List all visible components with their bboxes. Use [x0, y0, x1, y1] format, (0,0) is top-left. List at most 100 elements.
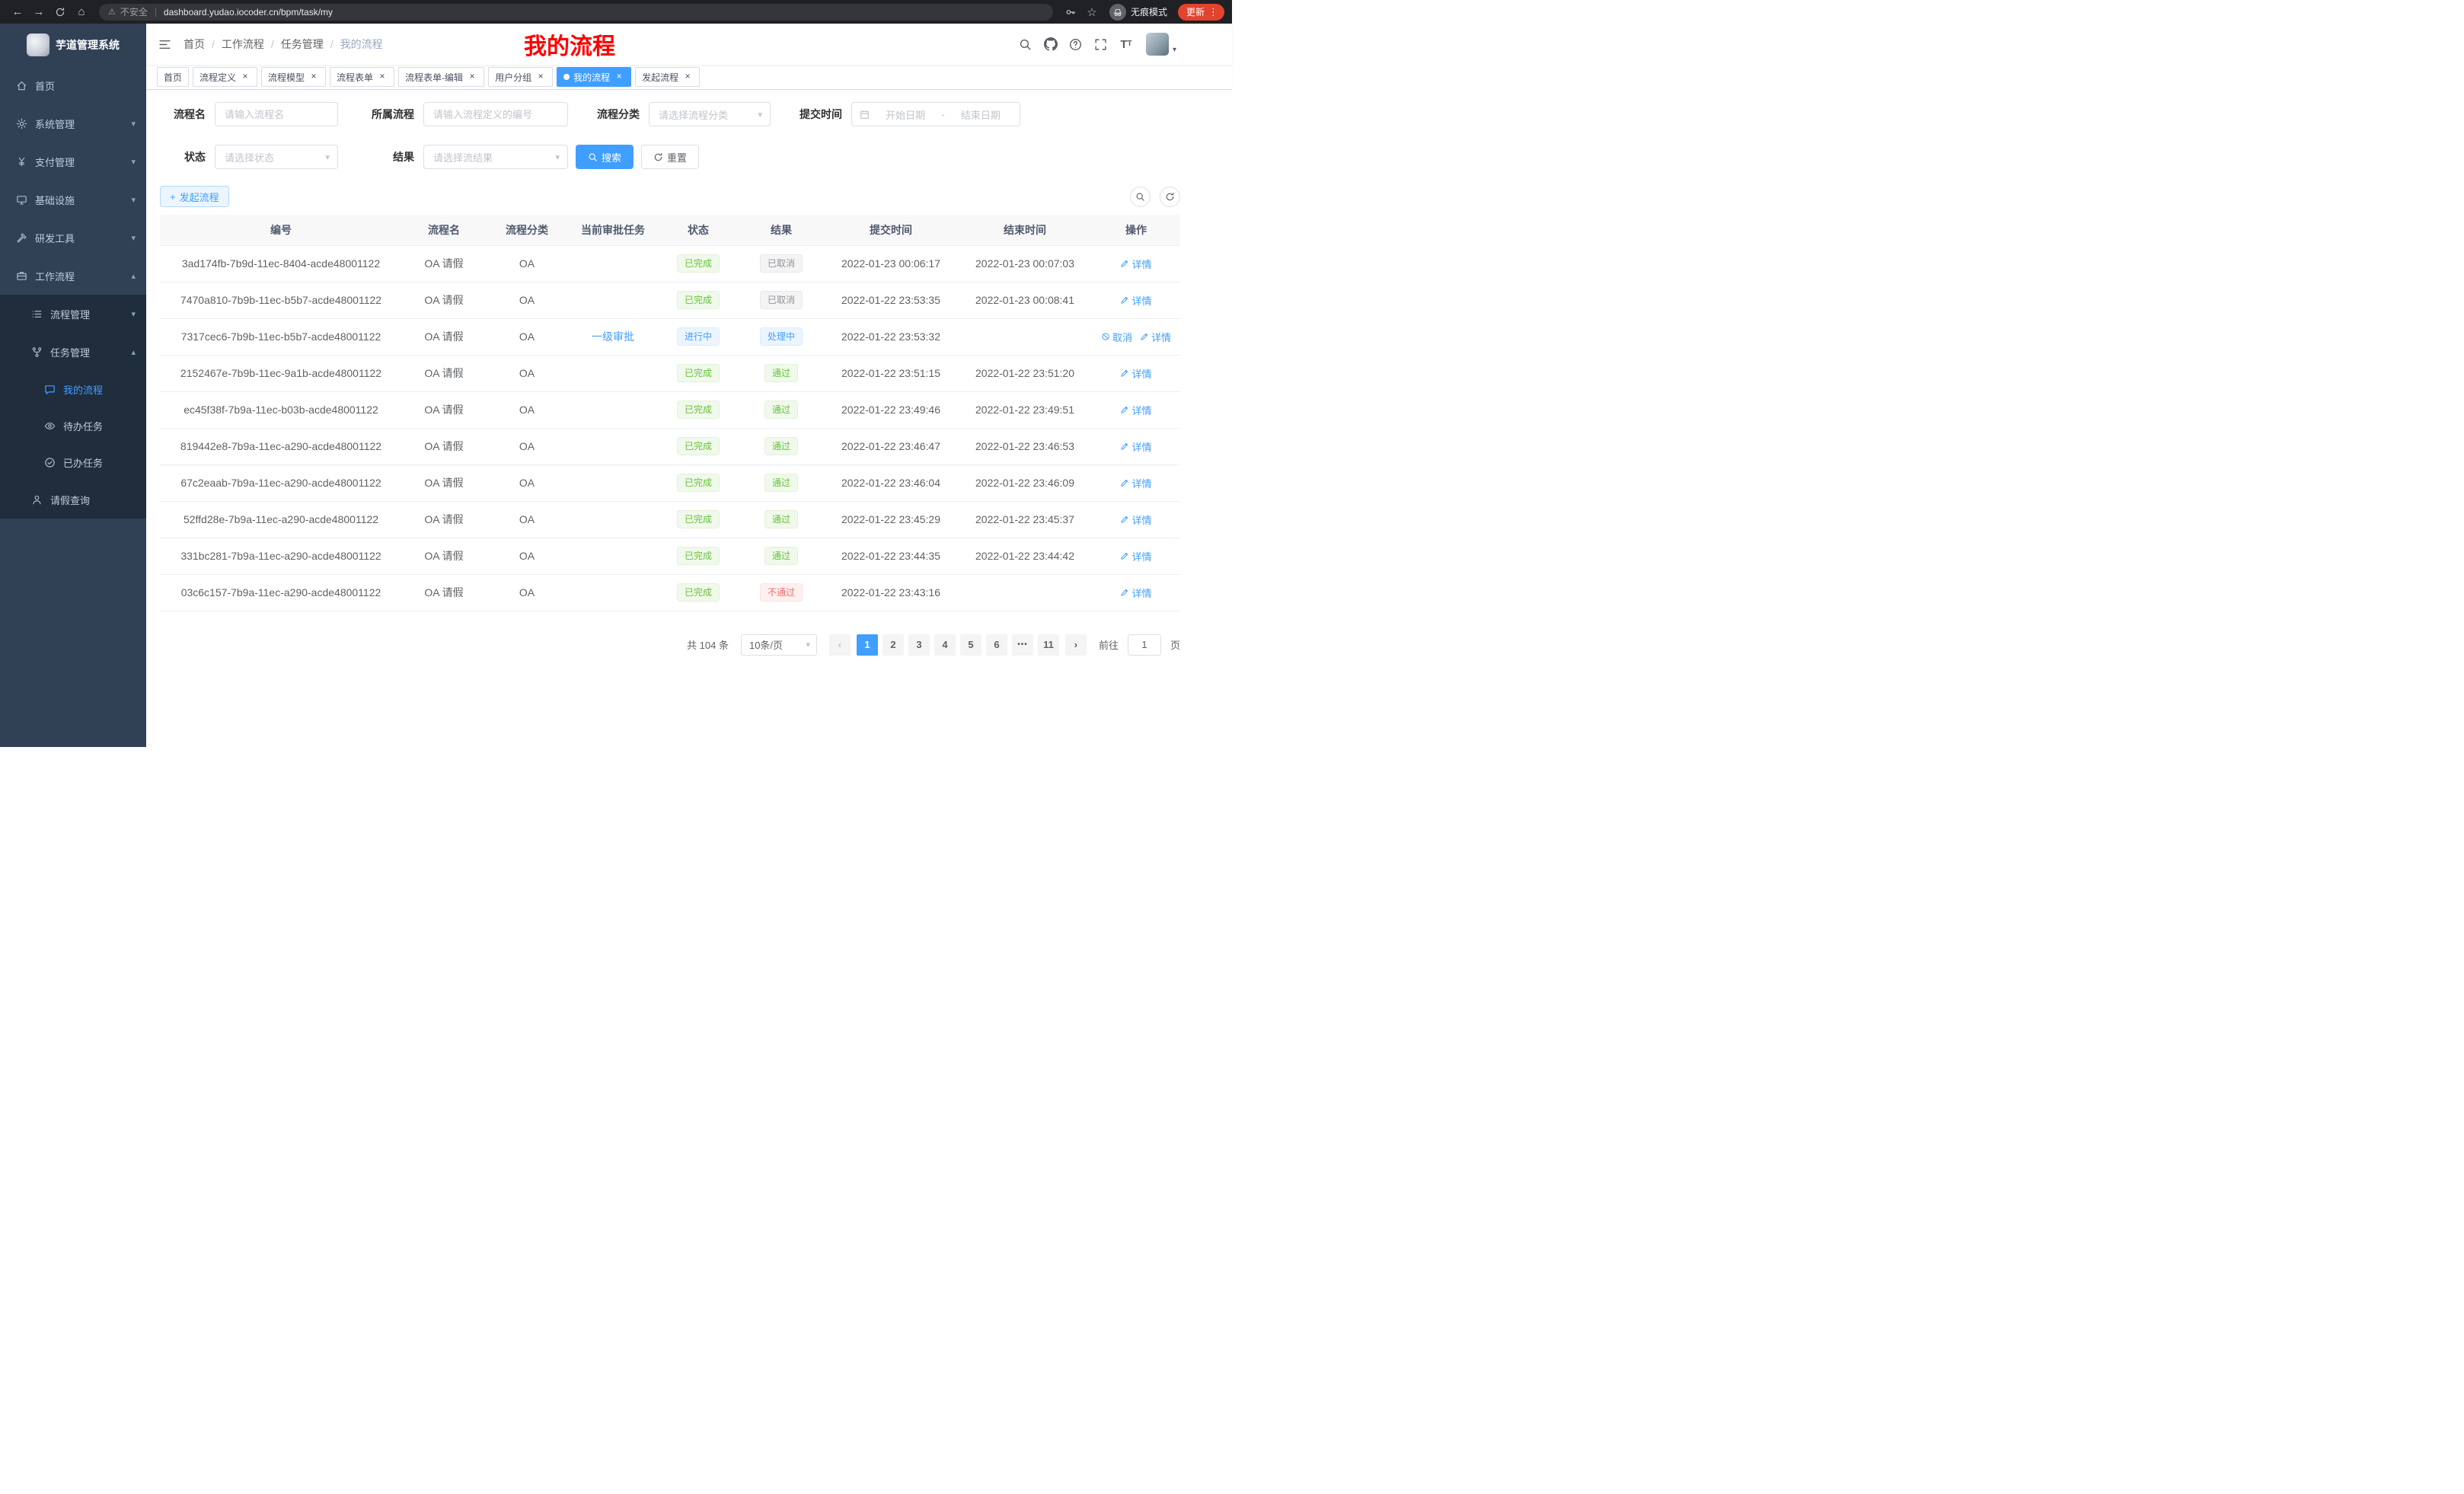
check-circle-icon: [43, 456, 56, 468]
breadcrumb-item[interactable]: 首页/: [184, 37, 222, 52]
detail-link[interactable]: 详情: [1120, 403, 1151, 417]
cell-process-name: OA 请假: [402, 282, 486, 318]
sidebar-item-home[interactable]: 首页: [0, 66, 146, 104]
owner-process-input[interactable]: [423, 102, 568, 126]
next-page-button[interactable]: ›: [1065, 634, 1087, 656]
cell-submit-time: 2022-01-22 23:43:16: [824, 574, 958, 611]
goto-page-input[interactable]: [1128, 634, 1161, 656]
breadcrumb-item[interactable]: 工作流程/: [222, 37, 281, 52]
sidebar-item-task-mgmt[interactable]: 任务管理 ▴: [0, 333, 146, 371]
sidebar-item-leave-query[interactable]: 请假查询: [0, 480, 146, 519]
view-tab[interactable]: 用户分组 ×: [488, 67, 553, 87]
view-tab[interactable]: 流程表单-编辑 ×: [398, 67, 484, 87]
bookmark-star-icon[interactable]: ☆: [1082, 3, 1102, 21]
prev-page-button[interactable]: ‹: [829, 634, 851, 656]
sidebar-item-workflow[interactable]: 工作流程 ▴: [0, 257, 146, 295]
process-name-input[interactable]: [215, 102, 338, 126]
breadcrumb-item[interactable]: 我的流程/: [340, 37, 383, 52]
sidebar-item-devtools[interactable]: 研发工具 ▾: [0, 219, 146, 257]
close-icon[interactable]: ×: [535, 72, 546, 82]
refresh-icon: [653, 152, 663, 162]
browser-menu-icon[interactable]: ⋮: [1208, 6, 1218, 18]
detail-link[interactable]: 详情: [1120, 586, 1151, 600]
close-icon[interactable]: ×: [240, 72, 251, 82]
sidebar-item-my-process[interactable]: 我的流程: [0, 371, 146, 407]
cell-category: OA: [486, 282, 568, 318]
page-button[interactable]: 6: [986, 634, 1007, 656]
detail-link[interactable]: 详情: [1120, 257, 1151, 271]
detail-link[interactable]: 详情: [1120, 512, 1151, 527]
browser-home-icon[interactable]: ⌂: [72, 3, 91, 21]
sidebar-item-process-mgmt[interactable]: 流程管理 ▾: [0, 295, 146, 333]
detail-link[interactable]: 详情: [1120, 293, 1151, 308]
page-button[interactable]: 4: [934, 634, 956, 656]
close-icon[interactable]: ×: [308, 72, 319, 82]
detail-link[interactable]: 详情: [1120, 476, 1151, 490]
address-bar[interactable]: ⚠ 不安全 dashboard.yudao.iocoder.cn/bpm/tas…: [99, 4, 1053, 21]
page-button[interactable]: •••: [1012, 634, 1033, 656]
security-label[interactable]: 不安全: [120, 5, 148, 18]
page-button[interactable]: 5: [960, 634, 981, 656]
help-icon[interactable]: [1066, 34, 1086, 54]
key-icon[interactable]: [1061, 3, 1080, 21]
close-icon[interactable]: ×: [467, 72, 477, 82]
view-tab[interactable]: 首页 ×: [157, 67, 189, 87]
cell-id: 331bc281-7b9a-11ec-a290-acde48001122: [160, 538, 402, 574]
cancel-link[interactable]: 取消: [1101, 330, 1132, 344]
close-icon[interactable]: ×: [377, 72, 388, 82]
github-icon[interactable]: [1041, 34, 1061, 54]
date-range-picker[interactable]: 开始日期 - 结束日期: [851, 102, 1020, 126]
update-button[interactable]: 更新 ⋮: [1178, 4, 1224, 21]
user-menu[interactable]: ▾: [1146, 33, 1176, 56]
sidebar-item-todo-tasks[interactable]: 待办任务: [0, 407, 146, 444]
date-range-separator: -: [941, 109, 944, 120]
detail-link[interactable]: 详情: [1140, 330, 1171, 344]
sidebar-item-payment[interactable]: 支付管理 ▾: [0, 142, 146, 180]
forward-icon[interactable]: →: [29, 3, 49, 21]
sidebar-item-label: 请假查询: [50, 493, 90, 507]
cell-end-time: 2022-01-22 23:49:51: [958, 391, 1092, 428]
close-icon[interactable]: ×: [614, 72, 624, 82]
result-tag: 不通过: [760, 583, 803, 602]
view-tab[interactable]: 发起流程 ×: [635, 67, 700, 87]
hamburger-icon[interactable]: [146, 38, 184, 51]
font-size-icon[interactable]: TT: [1116, 34, 1136, 54]
sidebar-item-done-tasks[interactable]: 已办任务: [0, 444, 146, 480]
view-tab[interactable]: 流程定义 ×: [193, 67, 257, 87]
app-logo[interactable]: 芋道管理系统: [0, 24, 146, 66]
close-icon[interactable]: ×: [682, 72, 693, 82]
page-button[interactable]: 3: [908, 634, 930, 656]
view-tab[interactable]: 流程表单 ×: [330, 67, 394, 87]
breadcrumb-item[interactable]: 任务管理/: [281, 37, 340, 52]
avatar[interactable]: [1146, 33, 1169, 56]
cell-id: ec45f38f-7b9a-11ec-b03b-acde48001122: [160, 391, 402, 428]
edit-icon: [1120, 405, 1129, 414]
current-task-link[interactable]: 一级审批: [592, 330, 634, 343]
cell-process-name: OA 请假: [402, 245, 486, 282]
page-button[interactable]: 2: [883, 634, 904, 656]
detail-link[interactable]: 详情: [1120, 439, 1151, 454]
refresh-icon[interactable]: [50, 3, 70, 21]
detail-link[interactable]: 详情: [1120, 366, 1151, 381]
status-select[interactable]: 请选择状态 ▾: [215, 145, 338, 169]
search-icon[interactable]: [1016, 34, 1036, 54]
cell-category: OA: [486, 464, 568, 501]
search-toggle-button[interactable]: [1130, 187, 1151, 207]
sidebar-item-system[interactable]: 系统管理 ▾: [0, 104, 146, 142]
fullscreen-icon[interactable]: [1091, 34, 1111, 54]
refresh-table-button[interactable]: [1160, 187, 1180, 207]
view-tab[interactable]: 流程模型 ×: [261, 67, 326, 87]
cell-category: OA: [486, 391, 568, 428]
reset-button[interactable]: 重置: [641, 145, 699, 169]
result-select[interactable]: 请选择流结果 ▾: [423, 145, 568, 169]
page-button[interactable]: 11: [1038, 634, 1059, 656]
page-button[interactable]: 1: [857, 634, 878, 656]
category-select[interactable]: 请选择流程分类 ▾: [649, 102, 771, 126]
create-process-button[interactable]: + 发起流程: [160, 186, 229, 207]
search-button[interactable]: 搜索: [576, 145, 634, 169]
page-size-select[interactable]: 10条/页 ▾: [741, 634, 817, 656]
sidebar-item-infra[interactable]: 基础设施 ▾: [0, 180, 146, 219]
back-icon[interactable]: ←: [8, 3, 27, 21]
detail-link[interactable]: 详情: [1120, 549, 1151, 563]
view-tab[interactable]: 我的流程 ×: [557, 67, 631, 87]
